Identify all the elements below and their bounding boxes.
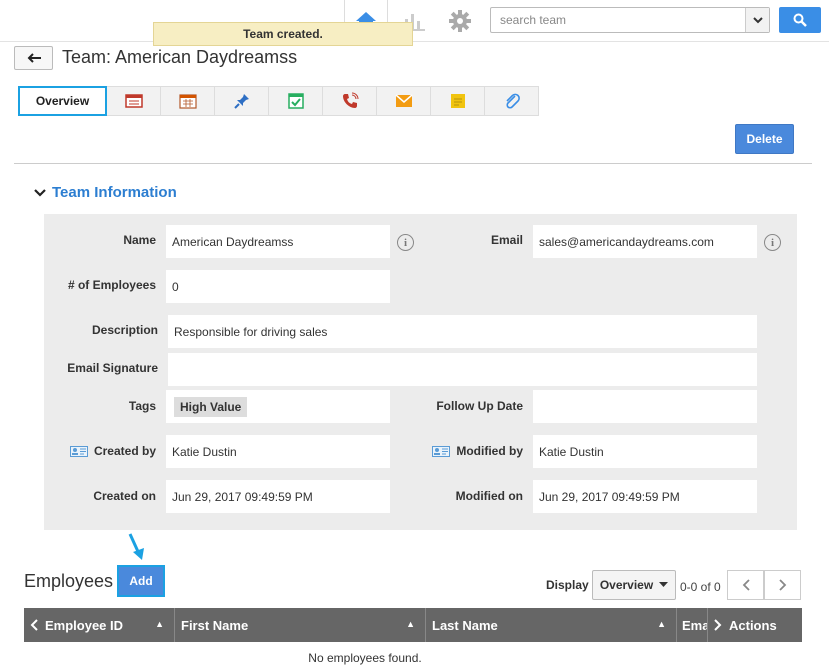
chevron-right-icon [778, 579, 786, 591]
chevron-down-icon [34, 188, 46, 197]
pager-prev-button[interactable] [727, 570, 764, 600]
caret-down-icon [659, 582, 669, 587]
modified-by-field[interactable]: Katie Dustin [533, 435, 757, 468]
column-email[interactable]: Ema [677, 608, 708, 642]
toast-notification: Team created. [153, 22, 413, 46]
display-label: Display [546, 578, 589, 592]
tab-overview-label: Overview [35, 94, 90, 108]
attachment-icon [505, 93, 520, 109]
column-actions-label: Actions [729, 617, 777, 633]
description-label: Description [91, 323, 158, 337]
modified-on-label: Modified on [455, 489, 523, 503]
chevron-left-icon [742, 579, 750, 591]
email-signature-field[interactable] [168, 353, 757, 386]
column-first-name-label: First Name [181, 617, 249, 633]
search-icon [793, 13, 807, 27]
settings-button[interactable] [440, 0, 480, 42]
employees-table-header: Employee ID ▲ First Name ▲ Last Name ▲ E… [24, 608, 802, 642]
top-bar [0, 0, 829, 42]
email-label: Email [490, 233, 523, 247]
modified-by-label: Modified by [414, 444, 523, 458]
tab-calls[interactable] [323, 86, 377, 116]
chevron-right-icon[interactable] [714, 619, 722, 631]
employees-title: Employees [24, 571, 114, 591]
created-on-label: Created on [93, 489, 156, 503]
search-box [490, 7, 770, 33]
column-email-label: Ema [682, 617, 708, 633]
add-employee-button[interactable]: Add [117, 565, 165, 597]
column-employee-id-label: Employee ID [45, 617, 124, 633]
page-title: Team: American Daydreamss [62, 47, 298, 67]
record-tabs: Overview [18, 86, 539, 116]
created-by-label: Created by [54, 444, 156, 458]
employees-count-field[interactable]: 0 [166, 270, 390, 303]
description-field[interactable]: Responsible for driving sales [168, 315, 757, 348]
tab-calendar[interactable] [161, 86, 215, 116]
chevron-down-icon [752, 17, 763, 24]
tab-emails[interactable] [377, 86, 431, 116]
name-info-icon[interactable]: i [397, 234, 414, 251]
name-label: Name [123, 233, 156, 247]
modified-on-field[interactable]: Jun 29, 2017 09:49:59 PM [533, 480, 757, 513]
pointer-arrow-icon [128, 533, 144, 560]
tab-overview[interactable]: Overview [18, 86, 107, 116]
team-information-header[interactable]: Team Information [34, 184, 177, 201]
task-icon [287, 93, 304, 109]
pin-icon [233, 94, 249, 109]
column-last-name-label: Last Name [432, 617, 498, 633]
email-signature-label: Email Signature [67, 361, 158, 375]
sticky-note-icon [450, 94, 465, 108]
tab-attachments[interactable] [485, 86, 539, 116]
column-actions[interactable]: Actions [708, 608, 802, 642]
name-field[interactable]: American Daydreamss [166, 225, 390, 258]
calendar-icon [178, 94, 197, 109]
back-button[interactable] [14, 46, 53, 70]
divider [14, 163, 812, 164]
toast-message: Team created. [243, 27, 323, 41]
chevron-left-icon[interactable] [30, 619, 38, 631]
modified-by-label-text: Modified by [456, 444, 523, 458]
phone-icon [342, 92, 358, 108]
tags-label: Tags [128, 399, 156, 413]
delete-button[interactable]: Delete [735, 124, 794, 154]
created-by-label-text: Created by [93, 444, 156, 458]
notes-icon [124, 94, 143, 108]
email-field[interactable]: sales@americandaydreams.com [533, 225, 757, 258]
created-by-field[interactable]: Katie Dustin [166, 435, 390, 468]
email-icon [395, 94, 412, 107]
tags-field[interactable]: High Value [166, 390, 390, 423]
search-input[interactable] [491, 8, 745, 32]
tag-chip[interactable]: High Value [174, 396, 248, 417]
tab-notes[interactable] [107, 86, 161, 116]
gear-icon [449, 10, 471, 32]
search-dropdown[interactable] [745, 8, 769, 32]
email-info-icon[interactable]: i [764, 234, 781, 251]
display-select-value: Overview [599, 578, 654, 592]
team-info-panel: Name American Daydreamss i Email sales@a… [44, 214, 797, 530]
empty-table-message: No employees found. [308, 651, 422, 665]
column-first-name[interactable]: First Name ▲ [175, 608, 426, 642]
sort-up-icon[interactable]: ▲ [406, 619, 415, 629]
column-employee-id[interactable]: Employee ID ▲ [24, 608, 175, 642]
tab-pinned[interactable] [215, 86, 269, 116]
contact-card-icon [432, 446, 451, 458]
pager-count: 0-0 of 0 [680, 580, 721, 594]
follow-up-date-field[interactable] [533, 390, 757, 423]
tab-notes-sticky[interactable] [431, 86, 485, 116]
created-on-field[interactable]: Jun 29, 2017 09:49:59 PM [166, 480, 390, 513]
display-select[interactable]: Overview [592, 570, 676, 600]
column-last-name[interactable]: Last Name ▲ [426, 608, 677, 642]
sort-up-icon[interactable]: ▲ [657, 619, 666, 629]
search-button[interactable] [779, 7, 821, 33]
pager-next-button[interactable] [764, 570, 801, 600]
back-arrow-icon [27, 53, 41, 63]
section-title: Team Information [52, 184, 177, 201]
employees-count-label: # of Employees [67, 278, 156, 292]
contact-card-icon [69, 446, 88, 458]
sort-up-icon[interactable]: ▲ [155, 619, 164, 629]
follow-up-date-label: Follow Up Date [436, 399, 523, 413]
tab-tasks[interactable] [269, 86, 323, 116]
